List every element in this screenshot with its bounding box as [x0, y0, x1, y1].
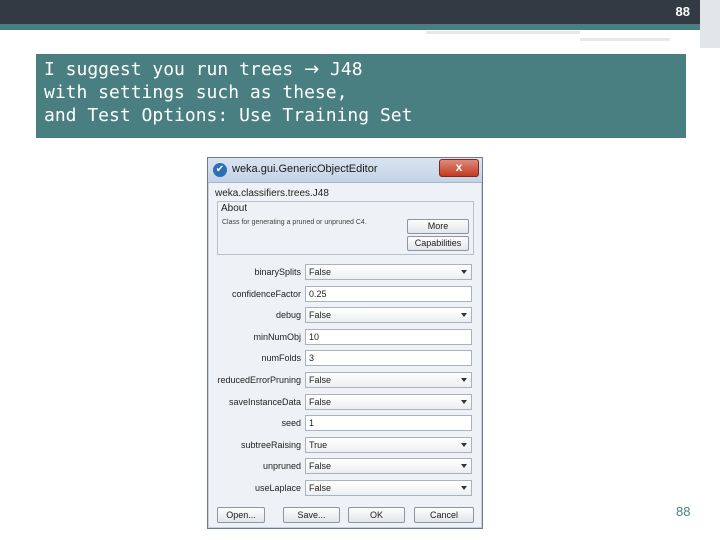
property-input[interactable]: 1: [305, 415, 472, 431]
property-dropdown[interactable]: False: [305, 458, 472, 474]
banner-accent-stripe: [0, 24, 700, 30]
chevron-down-icon: [461, 270, 467, 274]
about-description: Class for generating a pruned or unprune…: [222, 219, 367, 226]
title-line-3: and Test Options: Use Training Set: [44, 105, 413, 126]
classifier-classname: weka.classifiers.trees.J48: [215, 188, 329, 199]
more-button[interactable]: More: [407, 219, 469, 234]
property-row: debug False: [208, 307, 482, 325]
weka-app-icon: ✔: [213, 163, 227, 177]
property-value: 1: [309, 418, 315, 428]
property-value: False: [309, 267, 332, 277]
property-dropdown[interactable]: False: [305, 264, 472, 280]
title-line-2: with settings such as these,: [44, 82, 348, 103]
property-label: binarySplits: [254, 267, 301, 277]
cancel-button[interactable]: Cancel: [414, 507, 474, 523]
property-dropdown[interactable]: False: [305, 394, 472, 410]
about-label: About: [221, 203, 248, 214]
chevron-down-icon: [461, 400, 467, 404]
capabilities-button[interactable]: Capabilities: [407, 236, 469, 251]
dialog-title: weka.gui.GenericObjectEditor: [232, 163, 378, 175]
property-row: confidenceFactor 0.25: [208, 286, 482, 304]
property-label: minNumObj: [253, 332, 301, 342]
property-row: binarySplits False: [208, 264, 482, 282]
property-input[interactable]: 10: [305, 329, 472, 345]
property-row: useLaplace False: [208, 480, 482, 498]
property-input[interactable]: 3: [305, 350, 472, 366]
top-banner: 88: [0, 0, 720, 24]
property-row: subtreeRaising True: [208, 437, 482, 455]
close-button[interactable]: x: [439, 159, 479, 177]
property-value: False: [309, 397, 332, 407]
property-label: reducedErrorPruning: [217, 375, 301, 385]
chevron-down-icon: [461, 443, 467, 447]
chevron-down-icon: [461, 486, 467, 490]
property-input[interactable]: 0.25: [305, 286, 472, 302]
title-line-1: I suggest you run trees → J48: [44, 59, 363, 80]
slide-number-top: 88: [675, 4, 690, 19]
property-row: minNumObj 10: [208, 329, 482, 347]
chevron-down-icon: [461, 464, 467, 468]
property-dropdown[interactable]: True: [305, 437, 472, 453]
chevron-down-icon: [461, 313, 467, 317]
property-label: debug: [275, 310, 301, 320]
ok-button[interactable]: OK: [348, 507, 405, 523]
property-label: confidenceFactor: [231, 289, 301, 299]
property-dropdown[interactable]: False: [305, 372, 472, 388]
property-label: saveInstanceData: [228, 397, 301, 407]
property-value: 0.25: [309, 289, 327, 299]
property-row: reducedErrorPruning False: [208, 372, 482, 390]
property-value: False: [309, 483, 332, 493]
property-value: False: [309, 375, 332, 385]
property-label: unpruned: [262, 461, 301, 471]
chevron-down-icon: [461, 378, 467, 382]
property-row: saveInstanceData False: [208, 394, 482, 412]
slide-number-bottom: 88: [676, 504, 691, 519]
property-label: numFolds: [261, 353, 301, 363]
dialog-titlebar[interactable]: ✔ weka.gui.GenericObjectEditor x: [208, 158, 482, 183]
arrow-icon: →: [304, 59, 320, 80]
property-value: False: [309, 310, 332, 320]
save-button[interactable]: Save...: [283, 507, 340, 523]
banner-right-block: [700, 0, 720, 48]
property-label: subtreeRaising: [240, 440, 301, 450]
property-row: unpruned False: [208, 458, 482, 476]
decor-line: [580, 38, 670, 41]
property-value: 3: [309, 353, 315, 363]
property-value: False: [309, 461, 332, 471]
property-dropdown[interactable]: False: [305, 480, 472, 496]
property-row: numFolds 3: [208, 350, 482, 368]
generic-object-editor-dialog: ✔ weka.gui.GenericObjectEditor x weka.cl…: [207, 157, 483, 529]
property-label: useLaplace: [254, 483, 301, 493]
property-label: seed: [281, 418, 301, 428]
slide-title: I suggest you run trees → J48 with setti…: [44, 58, 412, 127]
property-value: 10: [309, 332, 320, 342]
slide-title-box: I suggest you run trees → J48 with setti…: [36, 54, 686, 138]
property-row: seed 1: [208, 415, 482, 433]
property-dropdown[interactable]: False: [305, 307, 472, 323]
open-button[interactable]: Open...: [217, 507, 265, 523]
decor-line: [426, 31, 580, 34]
property-value: True: [309, 440, 328, 450]
